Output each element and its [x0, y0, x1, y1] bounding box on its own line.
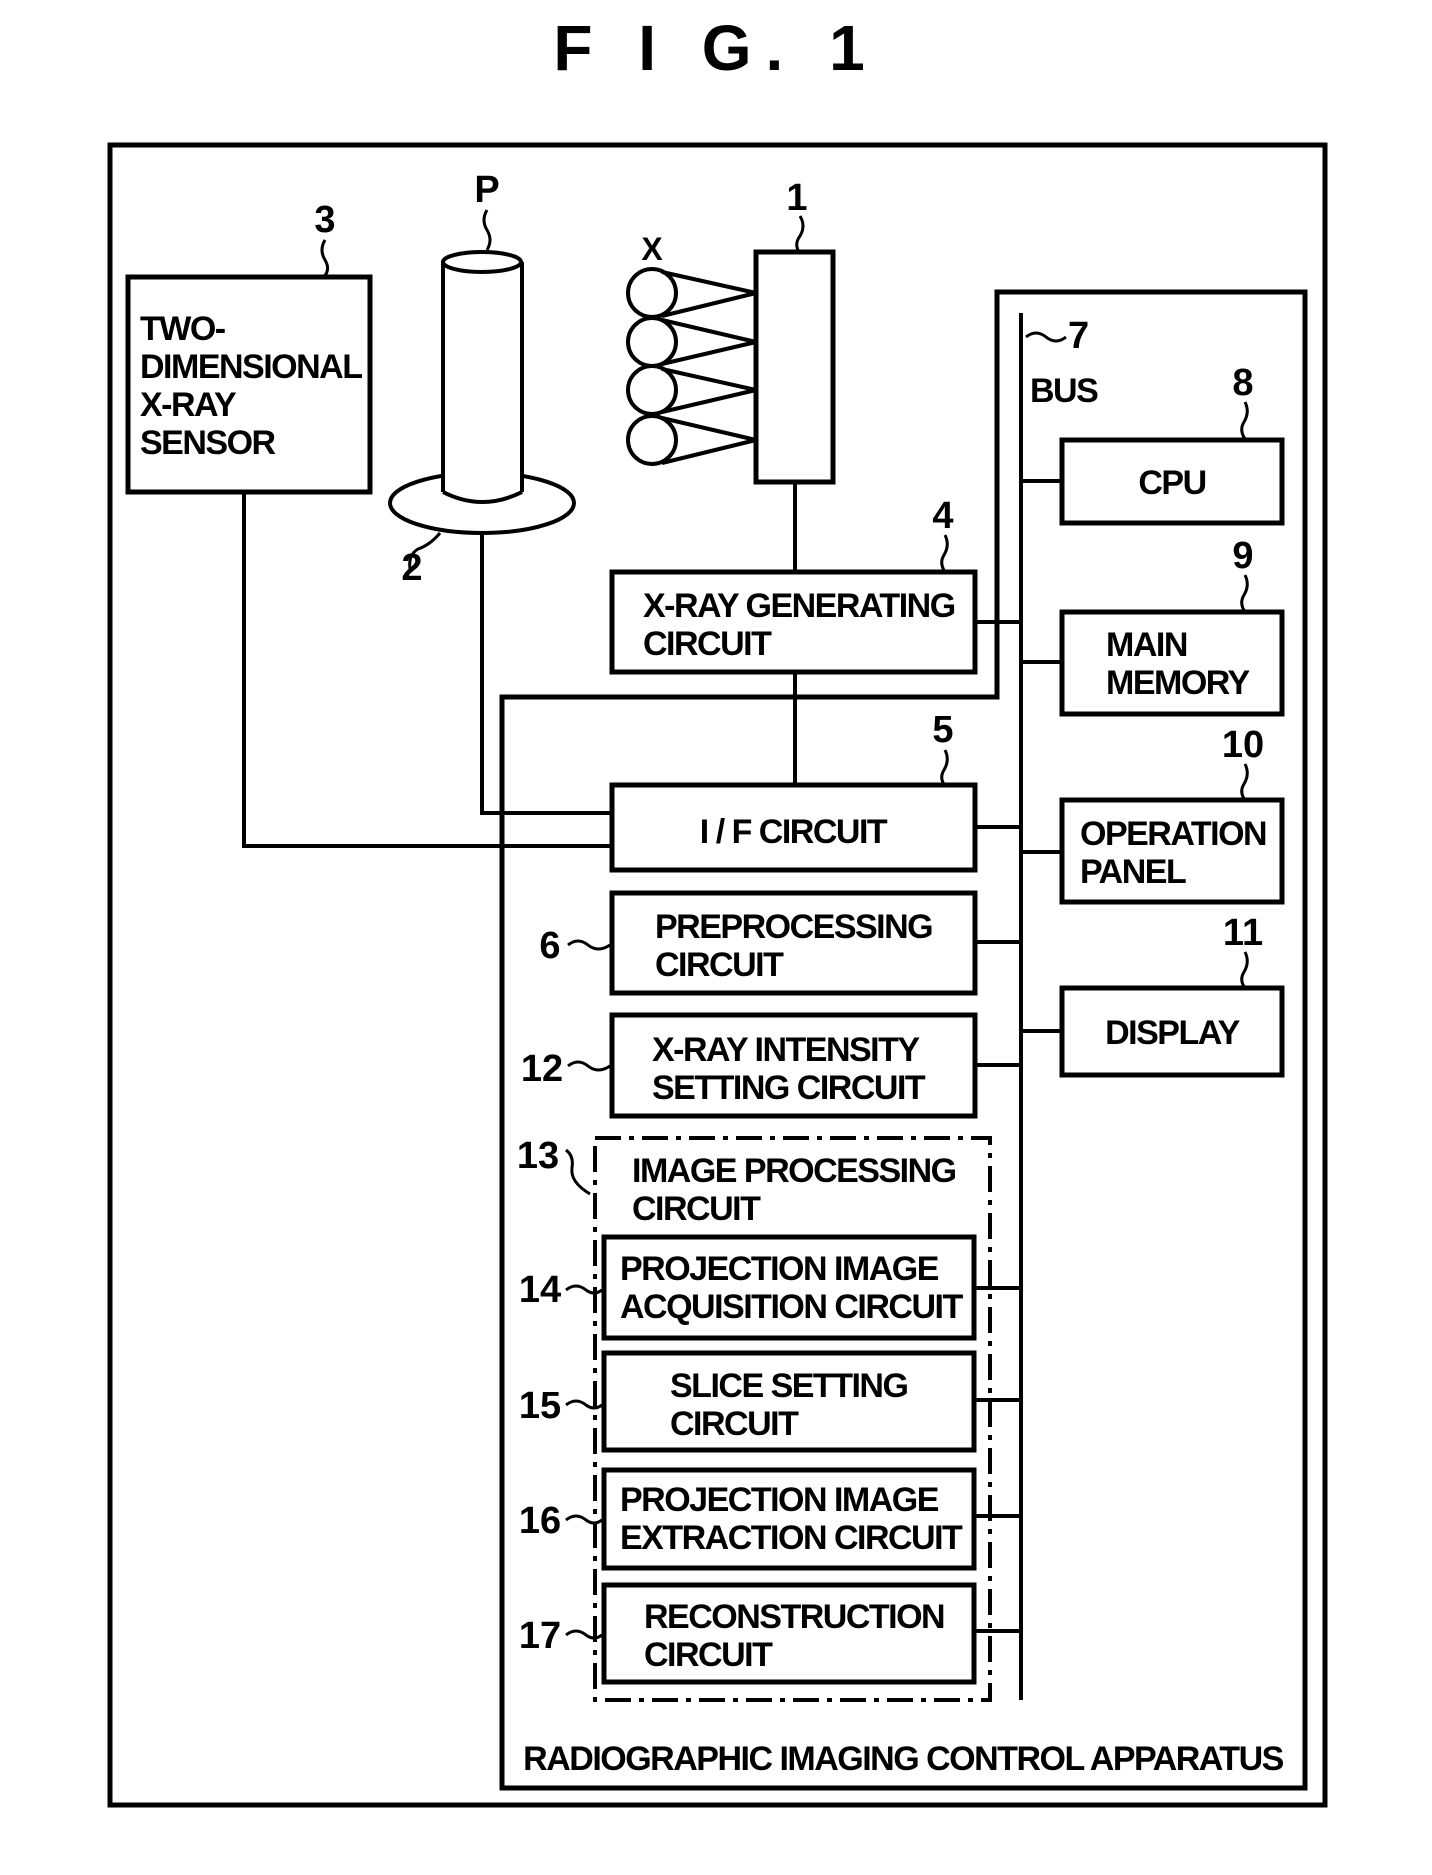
xray-source-box — [753, 249, 836, 485]
block-label-line: MEMORY — [1106, 664, 1251, 702]
figure-title: F I G. 1 — [553, 12, 878, 84]
block-label-line: CPU — [1138, 464, 1205, 502]
sensor-line-1: TWO- — [140, 310, 225, 348]
block-if-circuit: 5 I / F CIRCUIT — [609, 709, 1021, 873]
ref-10: 10 — [1222, 724, 1264, 766]
block-label-line: X-RAY INTENSITY — [652, 1031, 920, 1069]
block-label-line: CIRCUIT — [643, 625, 772, 663]
bus-ref: 7 — [1068, 315, 1089, 357]
beam-circle — [626, 316, 678, 368]
ref-9: 9 — [1232, 535, 1253, 577]
block-label-line: EXTRACTION CIRCUIT — [620, 1519, 963, 1557]
bus-label: BUS — [1030, 372, 1098, 410]
block-label-line: SETTING CIRCUIT — [652, 1069, 926, 1107]
fig1-diagram: F I G. 1 RADIOGRAPHIC IMAGING CONTROL AP… — [107, 12, 1328, 1808]
block-label-line: CIRCUIT — [644, 1636, 773, 1674]
block-label-line: RECONSTRUCTION — [644, 1598, 944, 1636]
block-label-line: I / F CIRCUIT — [700, 813, 888, 851]
block-label-line: DISPLAY — [1105, 1014, 1241, 1052]
ref-16: 16 — [519, 1500, 561, 1542]
sensor-ref: 3 — [314, 199, 335, 241]
block-xray-generating: 4 X-RAY GENERATING CIRCUIT — [609, 495, 1021, 675]
ref-13: 13 — [517, 1135, 559, 1177]
block-label-line: CIRCUIT — [655, 946, 784, 984]
ref-4: 4 — [932, 495, 953, 537]
apparatus-label: RADIOGRAPHIC IMAGING CONTROL APPARATUS — [523, 1740, 1283, 1778]
block-label-line: MAIN — [1106, 626, 1187, 664]
block-label-line: CIRCUIT — [670, 1405, 799, 1443]
block-label-line: PROJECTION IMAGE — [620, 1481, 939, 1519]
ref-12: 12 — [521, 1048, 563, 1090]
block-label-line: PREPROCESSING — [655, 908, 932, 946]
ref-15: 15 — [519, 1385, 561, 1427]
block-label-line: X-RAY GENERATING — [643, 587, 955, 625]
block-preprocessing: 6 PREPROCESSING CIRCUIT — [539, 890, 1021, 996]
sensor-line-3: X-RAY — [140, 386, 237, 424]
block-label-line: CIRCUIT — [632, 1190, 761, 1228]
xray-source-ref: 1 — [786, 177, 807, 219]
xray-beams — [626, 267, 757, 466]
platform-ref: 2 — [401, 547, 422, 589]
xray-source-leader — [795, 215, 805, 253]
sensor-line-2: DIMENSIONAL — [140, 348, 362, 386]
patient-ref: P — [474, 169, 499, 211]
sensor-line-4: SENSOR — [140, 424, 276, 462]
block-label-line: SLICE SETTING — [670, 1367, 907, 1405]
beam-circle — [626, 267, 678, 319]
ref-6: 6 — [539, 925, 560, 967]
ref-14: 14 — [519, 1269, 561, 1311]
beam-label: X — [641, 231, 663, 267]
block-main-memory: 9 MAIN MEMORY — [1021, 535, 1285, 717]
ref-5: 5 — [932, 709, 953, 751]
block-label-line: PROJECTION IMAGE — [620, 1250, 939, 1288]
block-label-line: IMAGE PROCESSING — [632, 1152, 956, 1190]
patient-leader — [482, 209, 492, 251]
beam-circle — [626, 364, 678, 416]
sensor-leader — [320, 239, 330, 280]
block-label-line: OPERATION — [1080, 815, 1266, 853]
ref-11: 11 — [1223, 912, 1263, 954]
block-label-line: PANEL — [1080, 853, 1186, 891]
beam-circle — [626, 414, 678, 466]
block-operation-panel: 10 OPERATION PANEL — [1021, 724, 1285, 905]
block-display: 11 DISPLAY — [1021, 912, 1285, 1078]
block-label-line: ACQUISITION CIRCUIT — [620, 1288, 963, 1326]
bus-leader — [1025, 331, 1067, 343]
ref-17: 17 — [519, 1615, 561, 1657]
block-xray-intensity: 12 X-RAY INTENSITY SETTING CIRCUIT — [521, 1012, 1021, 1119]
ref-8: 8 — [1232, 362, 1253, 404]
